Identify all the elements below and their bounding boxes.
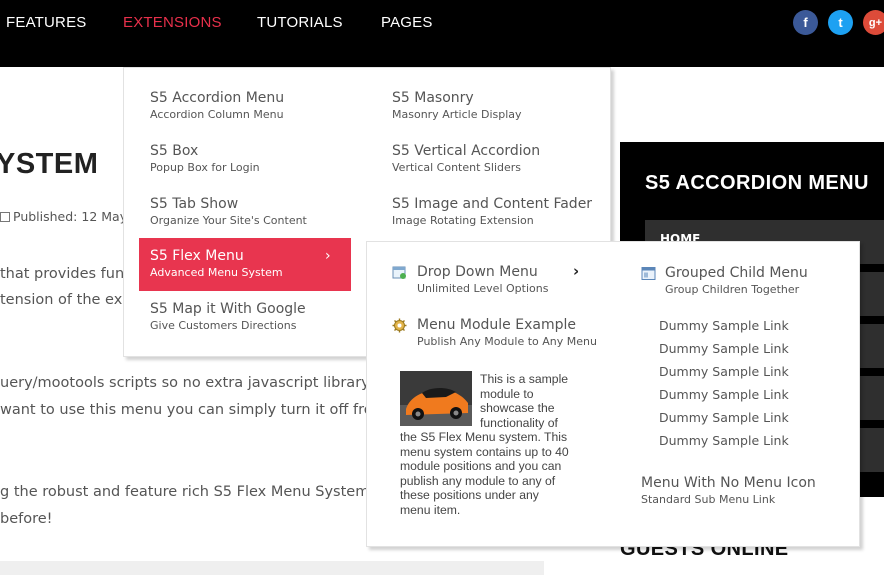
article-text-line: g the robust and feature rich S5 Flex Me… [0, 484, 405, 500]
menu-item-title: S5 Flex Menu [150, 248, 244, 264]
menu-item-image-fader[interactable]: S5 Image and Content Fader Image Rotatin… [392, 196, 592, 227]
menu-item-masonry[interactable]: S5 Masonry Masonry Article Display [392, 90, 522, 121]
module-text-line: module positions and you can [400, 459, 562, 473]
menu-item-flex-menu[interactable]: S5 Flex Menu Advanced Menu System › [139, 238, 351, 291]
dummy-sample-link[interactable]: Dummy Sample Link [659, 341, 789, 356]
menu-item-title: Menu Module Example [417, 317, 576, 333]
gear-icon [392, 318, 407, 333]
window-icon [641, 267, 656, 280]
nav-item-features[interactable]: FEATURES [6, 14, 87, 31]
sidebar-title: S5 ACCORDION MENU [645, 172, 869, 194]
menu-item-subtitle: Masonry Article Display [392, 108, 522, 121]
menu-item-title: S5 Image and Content Fader [392, 196, 593, 212]
menu-item-title: S5 Vertical Accordion [392, 143, 541, 159]
nav-item-tutorials[interactable]: TUTORIALS [257, 14, 343, 31]
menu-item-subtitle: Image Rotating Extension [392, 214, 534, 227]
module-text-line: module to [480, 386, 534, 401]
published-date: Published: 12 May [13, 209, 128, 224]
menu-item-tab-show[interactable]: S5 Tab Show Organize Your Site's Content [150, 196, 307, 227]
menu-item-vertical-accordion[interactable]: S5 Vertical Accordion Vertical Content S… [392, 143, 540, 174]
menu-item-title: S5 Accordion Menu [150, 90, 285, 106]
menu-item-title: Menu With No Menu Icon [641, 475, 816, 491]
menu-item-subtitle: Advanced Menu System [150, 266, 283, 279]
article-text-line: tension of the exist [0, 292, 140, 308]
module-text-line: the S5 Flex Menu system. This [400, 430, 568, 444]
chevron-right-icon: › [325, 248, 331, 264]
menu-item-subtitle: Give Customers Directions [150, 319, 297, 332]
menu-item-accordion[interactable]: S5 Accordion Menu Accordion Column Menu [150, 90, 284, 121]
article-text-line: want to use this menu you can simply tur… [0, 402, 387, 418]
menu-item-drop-down[interactable]: Drop Down Menu Unlimited Level Options [417, 264, 548, 295]
page-icon [392, 266, 406, 279]
menu-item-subtitle: Standard Sub Menu Link [641, 493, 776, 506]
module-text-line: publish any module to any of [400, 473, 556, 488]
article-meta: Published: 12 May [0, 209, 127, 224]
dummy-sample-link[interactable]: Dummy Sample Link [659, 387, 789, 402]
twitter-icon[interactable]: t [828, 10, 853, 35]
menu-item-subtitle: Unlimited Level Options [417, 282, 549, 295]
article-text-line: uery/mootools scripts so no extra javasc… [0, 375, 400, 391]
sports-car-image [400, 371, 472, 426]
menu-item-title: S5 Box [150, 143, 199, 159]
menu-item-subtitle: Group Children Together [665, 283, 800, 296]
dummy-sample-link[interactable]: Dummy Sample Link [659, 318, 789, 333]
menu-item-subtitle: Vertical Content Sliders [392, 161, 522, 174]
menu-item-map-it[interactable]: S5 Map it With Google Give Customers Dir… [150, 301, 306, 332]
article-text-line: that provides func [0, 266, 133, 282]
menu-item-title: S5 Map it With Google [150, 301, 306, 317]
calendar-icon [0, 212, 10, 222]
top-nav-bar [0, 0, 884, 67]
menu-item-title: S5 Masonry [392, 90, 474, 106]
googleplus-icon[interactable]: g+ [863, 10, 884, 35]
menu-item-no-icon[interactable]: Menu With No Menu Icon Standard Sub Menu… [641, 475, 816, 506]
module-text-line: menu system contains up to 40 [400, 444, 569, 459]
dummy-sample-link[interactable]: Dummy Sample Link [659, 410, 789, 425]
nav-item-pages[interactable]: PAGES [381, 14, 433, 31]
menu-item-subtitle: Publish Any Module to Any Menu [417, 335, 597, 348]
menu-item-subtitle: Accordion Column Menu [150, 108, 284, 121]
menu-item-grouped-child[interactable]: Grouped Child Menu Group Children Togeth… [665, 265, 808, 296]
article-text-line: before! [0, 511, 53, 527]
menu-item-subtitle: Organize Your Site's Content [150, 214, 307, 227]
menu-item-title: Grouped Child Menu [665, 265, 808, 281]
module-text-line: functionality of [480, 415, 558, 430]
menu-item-subtitle: Popup Box for Login [150, 161, 260, 174]
facebook-icon[interactable]: f [793, 10, 818, 35]
content-strip [0, 561, 544, 575]
module-text-line: This is a sample [480, 372, 569, 386]
nav-item-extensions[interactable]: EXTENSIONS [123, 14, 222, 31]
chevron-right-icon: › [573, 262, 580, 280]
dummy-sample-link[interactable]: Dummy Sample Link [659, 433, 789, 448]
menu-item-box[interactable]: S5 Box Popup Box for Login [150, 143, 260, 174]
menu-item-title: Drop Down Menu [417, 264, 538, 280]
dummy-sample-link[interactable]: Dummy Sample Link [659, 364, 789, 379]
module-text-line: menu item. [400, 502, 461, 517]
article-title: YSTEM [0, 148, 99, 180]
module-text-line: showcase the [480, 401, 555, 415]
menu-item-module-example[interactable]: Menu Module Example Publish Any Module t… [417, 317, 597, 348]
menu-item-title: S5 Tab Show [150, 196, 239, 212]
module-text-line: these positions under any [400, 488, 539, 502]
